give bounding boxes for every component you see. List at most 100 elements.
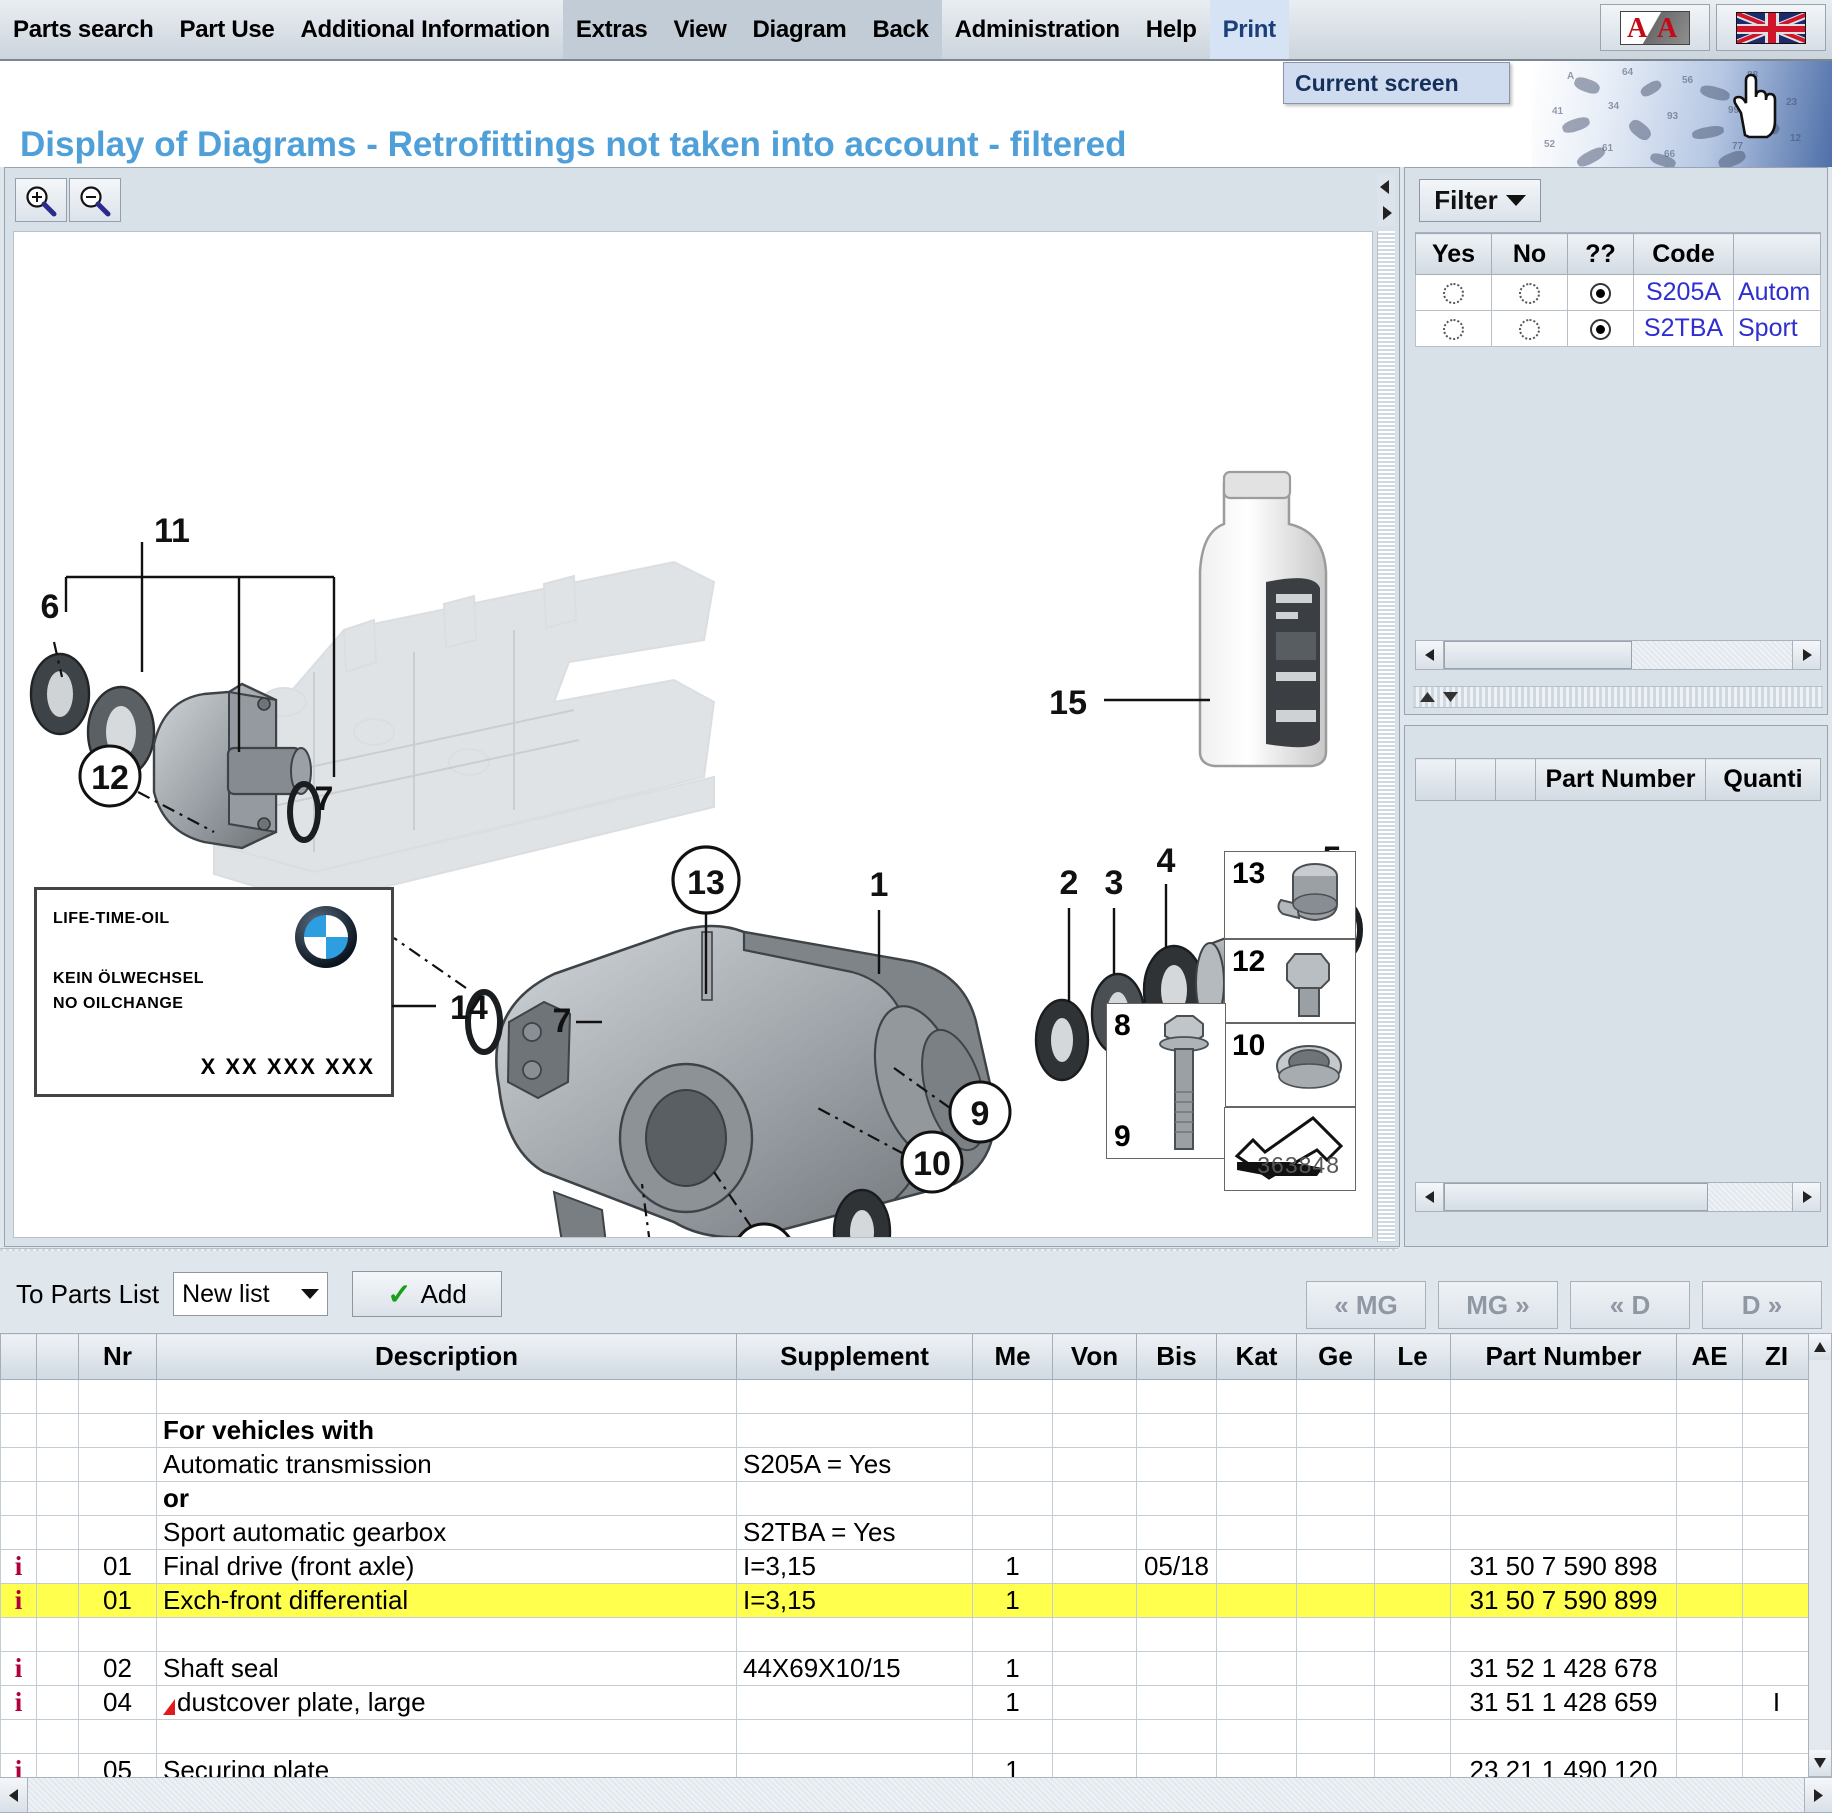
row-ge-cell[interactable] (1297, 1618, 1375, 1652)
code-scroll-right-button[interactable] (1792, 641, 1820, 669)
row-info-icon-cell[interactable] (1, 1414, 37, 1448)
code-col-no[interactable]: No (1492, 234, 1568, 275)
pl-col-bis[interactable]: Bis (1137, 1334, 1217, 1380)
table-row[interactable]: For vehicles with (1, 1414, 1811, 1448)
row-blank-cell[interactable] (37, 1550, 79, 1584)
row-blank-cell[interactable] (37, 1584, 79, 1618)
row-ae-cell[interactable] (1677, 1482, 1743, 1516)
row-zi-cell[interactable] (1743, 1380, 1811, 1414)
row-me-cell[interactable] (973, 1448, 1053, 1482)
row-blank-cell[interactable] (37, 1652, 79, 1686)
row-bis-cell[interactable] (1137, 1652, 1217, 1686)
prev-d-button[interactable]: « D (1570, 1281, 1690, 1329)
next-mg-button[interactable]: MG » (1438, 1281, 1558, 1329)
row-part-number-cell[interactable] (1451, 1618, 1677, 1652)
table-row[interactable]: or (1, 1482, 1811, 1516)
row-zi-cell[interactable]: I (1743, 1686, 1811, 1720)
menu-item-parts-search[interactable]: Parts search (0, 0, 167, 59)
pl-col-ae[interactable]: AE (1677, 1334, 1743, 1380)
row-me-cell[interactable]: 1 (973, 1584, 1053, 1618)
collapse-up-icon[interactable] (1419, 691, 1436, 703)
row-kat-cell[interactable] (1217, 1414, 1297, 1448)
code-no-radio-0[interactable] (1492, 275, 1568, 311)
row-le-cell[interactable] (1375, 1720, 1451, 1754)
row-von-cell[interactable] (1053, 1380, 1137, 1414)
row-kat-cell[interactable] (1217, 1618, 1297, 1652)
row-description-cell[interactable]: Exch-front differential (157, 1584, 737, 1618)
row-bis-cell[interactable] (1137, 1380, 1217, 1414)
code-value-0[interactable]: S205A (1634, 275, 1734, 311)
row-ge-cell[interactable] (1297, 1754, 1375, 1778)
print-menu-dropdown[interactable]: Current screen (1283, 62, 1510, 104)
table-row[interactable]: i05Securing plate123 21 1 490 120 (1, 1754, 1811, 1778)
menu-item-diagram[interactable]: Diagram (740, 0, 860, 59)
row-part-number-cell[interactable] (1451, 1516, 1677, 1550)
row-le-cell[interactable] (1375, 1550, 1451, 1584)
table-row[interactable] (1, 1720, 1811, 1754)
row-ae-cell[interactable] (1677, 1380, 1743, 1414)
row-von-cell[interactable] (1053, 1720, 1137, 1754)
row-part-number-cell[interactable] (1451, 1720, 1677, 1754)
filter-button[interactable]: Filter (1419, 179, 1541, 222)
row-part-number-cell[interactable]: 31 50 7 590 898 (1451, 1550, 1677, 1584)
row-le-cell[interactable] (1375, 1584, 1451, 1618)
row-supplement-cell[interactable] (737, 1686, 973, 1720)
row-info-icon-cell[interactable] (1, 1482, 37, 1516)
row-nr-cell[interactable]: 05 (79, 1754, 157, 1778)
row-part-number-cell[interactable] (1451, 1380, 1677, 1414)
row-info-icon-cell[interactable]: i (1, 1652, 37, 1686)
row-le-cell[interactable] (1375, 1516, 1451, 1550)
row-description-cell[interactable]: dustcover plate, large (157, 1686, 737, 1720)
sp-scroll-track[interactable] (1444, 1183, 1792, 1211)
code-table-horizontal-scrollbar[interactable] (1415, 640, 1821, 670)
row-nr-cell[interactable] (79, 1414, 157, 1448)
pl-col-part-number[interactable]: Part Number (1451, 1334, 1677, 1380)
row-bis-cell[interactable] (1137, 1516, 1217, 1550)
row-nr-cell[interactable] (79, 1516, 157, 1550)
row-nr-cell[interactable] (79, 1448, 157, 1482)
sp-scroll-right-button[interactable] (1792, 1183, 1820, 1211)
row-nr-cell[interactable] (79, 1380, 157, 1414)
menu-item-extras[interactable]: Extras (563, 0, 661, 59)
row-me-cell[interactable] (973, 1414, 1053, 1448)
table-row[interactable]: i04dustcover plate, large131 51 1 428 65… (1, 1686, 1811, 1720)
code-yes-radio-0[interactable] (1416, 275, 1492, 311)
row-kat-cell[interactable] (1217, 1482, 1297, 1516)
row-von-cell[interactable] (1053, 1550, 1137, 1584)
row-info-icon-cell[interactable] (1, 1720, 37, 1754)
row-part-number-cell[interactable] (1451, 1482, 1677, 1516)
code-no-radio-1[interactable] (1492, 311, 1568, 347)
row-me-cell[interactable] (973, 1482, 1053, 1516)
row-von-cell[interactable] (1053, 1618, 1137, 1652)
code-col-desc[interactable] (1734, 234, 1821, 275)
info-icon[interactable]: i (15, 1755, 23, 1777)
row-von-cell[interactable] (1053, 1448, 1137, 1482)
code-col-code[interactable]: Code (1634, 234, 1734, 275)
row-blank-cell[interactable] (37, 1686, 79, 1720)
selected-parts-horizontal-scrollbar[interactable] (1415, 1182, 1821, 1212)
row-description-cell[interactable] (157, 1720, 737, 1754)
pl-col-blank[interactable] (37, 1334, 79, 1380)
row-blank-cell[interactable] (37, 1482, 79, 1516)
row-info-icon-cell[interactable]: i (1, 1550, 37, 1584)
code-scroll-track[interactable] (1444, 641, 1792, 669)
row-ae-cell[interactable] (1677, 1652, 1743, 1686)
row-info-icon-cell[interactable] (1, 1516, 37, 1550)
row-le-cell[interactable] (1375, 1652, 1451, 1686)
next-d-button[interactable]: D » (1702, 1281, 1822, 1329)
zoom-in-button[interactable] (15, 178, 67, 222)
row-bis-cell[interactable] (1137, 1414, 1217, 1448)
row-von-cell[interactable] (1053, 1652, 1137, 1686)
pl-col-me[interactable]: Me (973, 1334, 1053, 1380)
row-supplement-cell[interactable] (737, 1414, 973, 1448)
row-supplement-cell[interactable] (737, 1754, 973, 1778)
row-zi-cell[interactable] (1743, 1618, 1811, 1652)
code-col-unknown[interactable]: ?? (1568, 234, 1634, 275)
row-kat-cell[interactable] (1217, 1448, 1297, 1482)
row-bis-cell[interactable] (1137, 1618, 1217, 1652)
code-yes-radio-1[interactable] (1416, 311, 1492, 347)
parts-list-table-wrapper[interactable]: Nr Description Supplement Me Von Bis Kat… (0, 1333, 1832, 1777)
pl-hscroll-left-button[interactable] (0, 1778, 28, 1812)
pl-col-description[interactable]: Description (157, 1334, 737, 1380)
row-part-number-cell[interactable] (1451, 1448, 1677, 1482)
